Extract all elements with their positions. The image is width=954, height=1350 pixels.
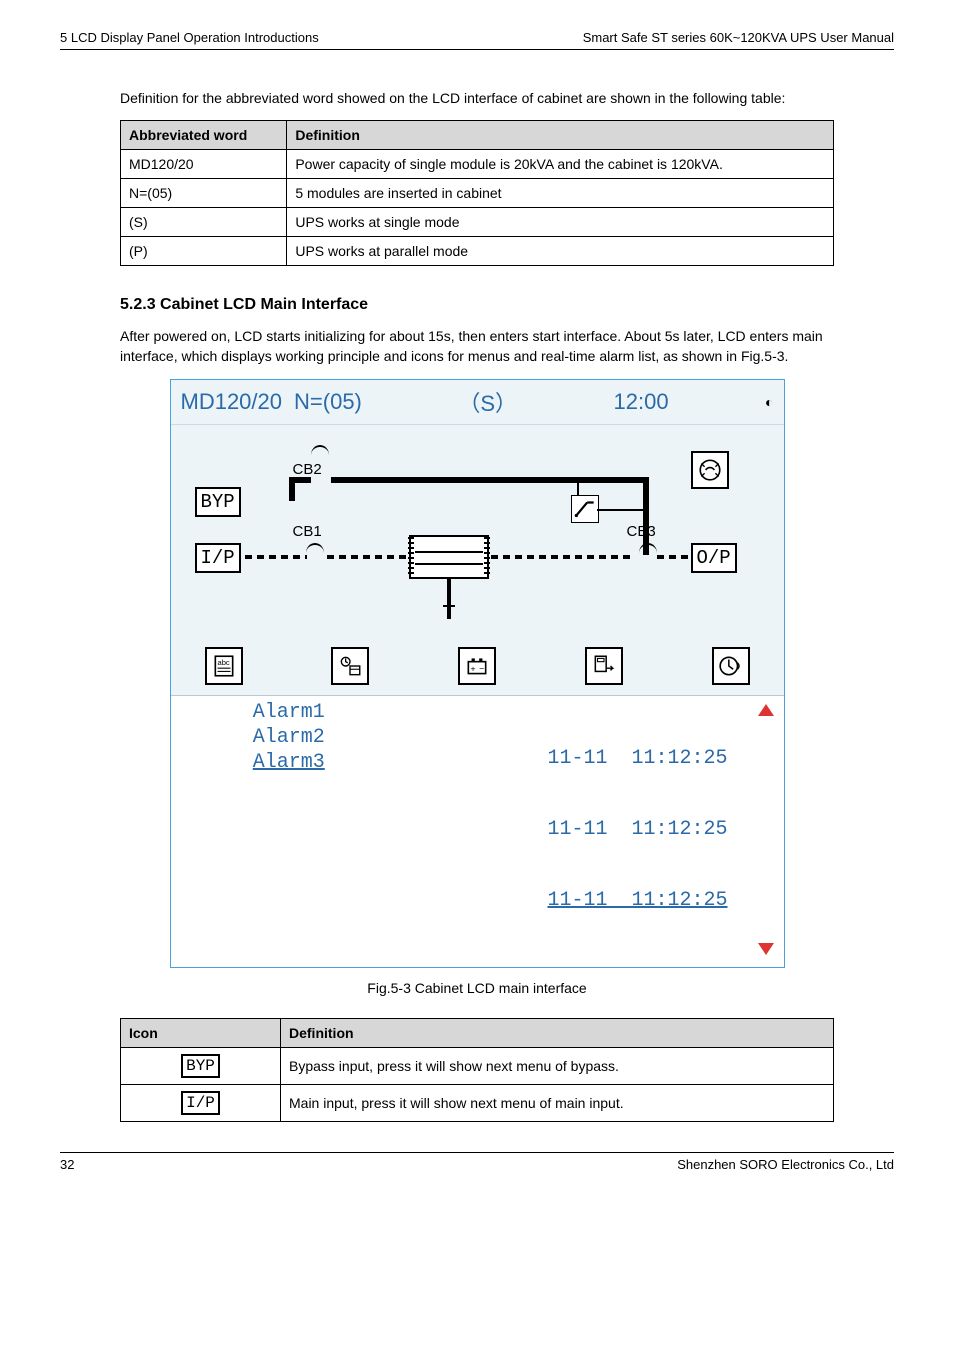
byp-mini-icon: BYP bbox=[181, 1054, 220, 1078]
abbrev-cell: UPS works at single mode bbox=[287, 208, 834, 237]
lcd-diagram: BYP I/P O/P CB2 bbox=[171, 425, 784, 695]
abbrev-cell: 5 modules are inserted in cabinet bbox=[287, 179, 834, 208]
alarm-times: 11-11 11:12:25 11-11 11:12:25 11-11 11:1… bbox=[399, 700, 728, 959]
bypass-switch-icon bbox=[571, 495, 599, 523]
cb1-breaker-icon bbox=[306, 543, 324, 553]
icon-def: Main input, press it will show next menu… bbox=[281, 1084, 834, 1121]
scroll-down-icon[interactable] bbox=[758, 943, 774, 955]
svg-text:−: − bbox=[479, 663, 484, 673]
cb2-breaker-icon bbox=[311, 445, 329, 455]
cb2-label: CB2 bbox=[293, 461, 322, 478]
abbrev-cell: N=(05) bbox=[121, 179, 287, 208]
abbrev-col1: Abbreviated word bbox=[121, 121, 287, 150]
abbrev-cell: (S) bbox=[121, 208, 287, 237]
settings-icon[interactable] bbox=[331, 647, 369, 685]
page-header: 5 LCD Display Panel Operation Introducti… bbox=[60, 30, 894, 50]
figure-caption: Fig.5-3 Cabinet LCD main interface bbox=[120, 980, 834, 996]
maintenance-icon[interactable] bbox=[691, 451, 729, 489]
lcd-figure: MD120/20 N=(05) （S） 12:00 ◐ BYP I/P bbox=[170, 379, 785, 968]
abbrev-cell: Power capacity of single module is 20kVA… bbox=[287, 150, 834, 179]
cb3-label: CB3 bbox=[627, 523, 656, 540]
icon-col1: Icon bbox=[121, 1018, 281, 1047]
buzzer-icon[interactable] bbox=[712, 647, 750, 685]
op-block[interactable]: O/P bbox=[691, 543, 737, 573]
lcd-model: MD120/20 bbox=[181, 389, 283, 415]
alarm-row: Alarm1 bbox=[179, 700, 400, 725]
icon-def: Bypass input, press it will show next me… bbox=[281, 1047, 834, 1084]
icon-cell: BYP bbox=[121, 1047, 281, 1084]
alarm-scroll[interactable] bbox=[756, 700, 776, 959]
battery-icon[interactable]: +− bbox=[458, 647, 496, 685]
record-icon: ◐ bbox=[765, 394, 773, 410]
header-left: 5 LCD Display Panel Operation Introducti… bbox=[60, 30, 319, 45]
alarm-time: 11-11 11:12:25 bbox=[399, 817, 728, 842]
lcd-time: 12:00 bbox=[614, 389, 669, 415]
scroll-up-icon[interactable] bbox=[758, 704, 774, 716]
footer-left: 32 bbox=[60, 1157, 74, 1172]
header-right: Smart Safe ST series 60K~120KVA UPS User… bbox=[583, 30, 894, 45]
lcd-n: N=(05) bbox=[294, 389, 362, 415]
icon-table: Icon Definition BYP Bypass input, press … bbox=[120, 1018, 834, 1122]
abbrev-table: Abbreviated word Definition MD120/20 Pow… bbox=[120, 120, 834, 266]
abbrev-cell: (P) bbox=[121, 237, 287, 266]
svg-text:+: + bbox=[471, 663, 476, 673]
section-para: After powered on, LCD starts initializin… bbox=[120, 326, 834, 367]
abbrev-cell: UPS works at parallel mode bbox=[287, 237, 834, 266]
svg-text:abc: abc bbox=[217, 658, 229, 667]
footer-right: Shenzhen SORO Electronics Co., Ltd bbox=[677, 1157, 894, 1172]
module-icon[interactable] bbox=[585, 647, 623, 685]
cb1-label: CB1 bbox=[293, 523, 322, 540]
alarm-time: 11-11 11:12:25 bbox=[399, 746, 728, 771]
lcd-status-bar: MD120/20 N=(05) （S） 12:00 ◐ bbox=[171, 380, 784, 425]
page-footer: 32 Shenzhen SORO Electronics Co., Ltd bbox=[60, 1152, 894, 1172]
log-icon[interactable]: abc bbox=[205, 647, 243, 685]
alarm-row: Alarm3 bbox=[179, 750, 400, 775]
alarm-row: Alarm2 bbox=[179, 725, 400, 750]
section-heading: 5.2.3 Cabinet LCD Main Interface bbox=[120, 296, 834, 314]
abbrev-col2: Definition bbox=[287, 121, 834, 150]
alarm-names: Alarm1 Alarm2 Alarm3 bbox=[179, 700, 400, 959]
icon-cell: I/P bbox=[121, 1084, 281, 1121]
alarm-time: 11-11 11:12:25 bbox=[399, 888, 728, 913]
ip-mini-icon: I/P bbox=[181, 1091, 220, 1115]
abbrev-cell: MD120/20 bbox=[121, 150, 287, 179]
intro-text: Definition for the abbreviated word show… bbox=[120, 90, 834, 106]
lcd-alarm-list: Alarm1 Alarm2 Alarm3 11-11 11:12:25 11-1… bbox=[171, 695, 784, 967]
converter-icon bbox=[409, 535, 489, 579]
byp-block[interactable]: BYP bbox=[195, 487, 241, 517]
lcd-mode: （S） bbox=[458, 386, 517, 418]
cb3-breaker-icon bbox=[639, 543, 657, 553]
ip-block[interactable]: I/P bbox=[195, 543, 241, 573]
icon-col2: Definition bbox=[281, 1018, 834, 1047]
